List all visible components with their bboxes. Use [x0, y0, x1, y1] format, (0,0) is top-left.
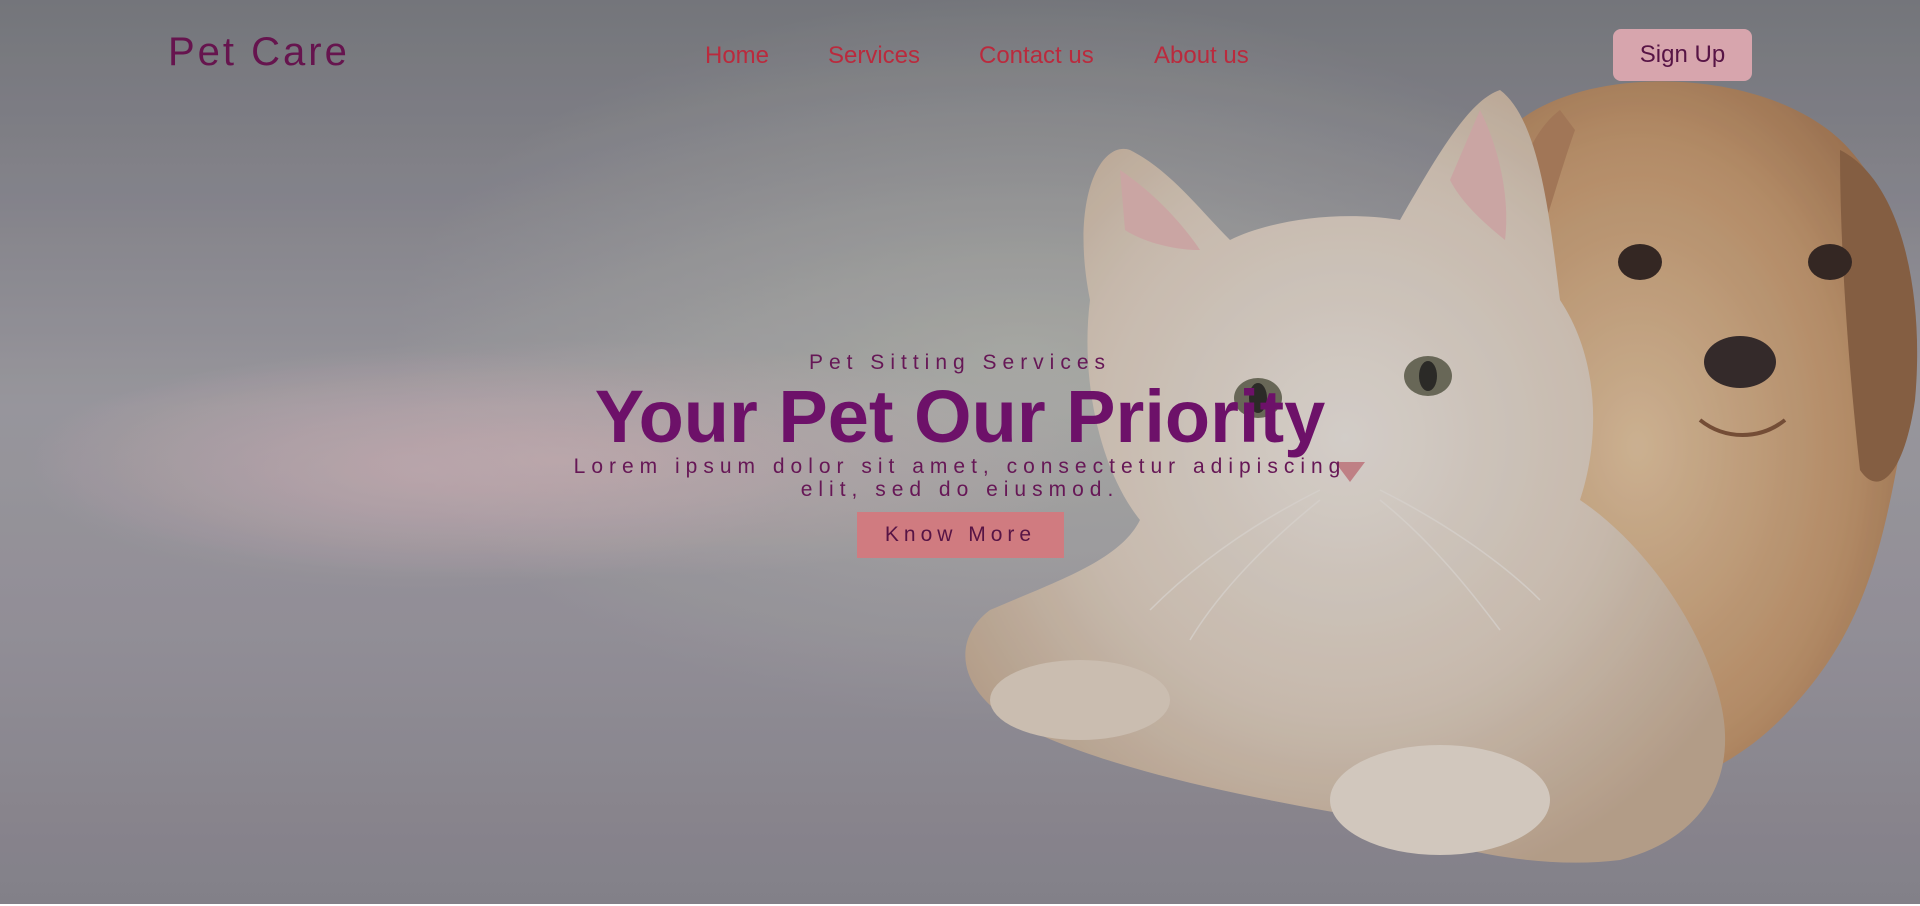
hero-description: Lorem ipsum dolor sit amet, consectetur … — [0, 455, 1920, 501]
hero-description-line-2: elit, sed do eiusmod. — [800, 478, 1120, 501]
nav-link-services[interactable]: Services — [828, 42, 920, 70]
sign-up-button[interactable]: Sign Up — [1613, 29, 1752, 81]
hero-description-line-1: Lorem ipsum dolor sit amet, consectetur … — [573, 455, 1347, 478]
hero-section: Pet Care Home Services Contact us About … — [0, 0, 1920, 904]
know-more-button[interactable]: Know More — [857, 512, 1064, 558]
nav-link-about-us[interactable]: About us — [1154, 42, 1249, 70]
navbar: Pet Care Home Services Contact us About … — [0, 0, 1920, 112]
brand-logo-text[interactable]: Pet Care — [168, 30, 350, 75]
hero-headline: Your Pet Our Priority — [594, 375, 1326, 458]
nav-link-contact-us[interactable]: Contact us — [979, 42, 1094, 70]
nav-link-home[interactable]: Home — [705, 42, 769, 70]
